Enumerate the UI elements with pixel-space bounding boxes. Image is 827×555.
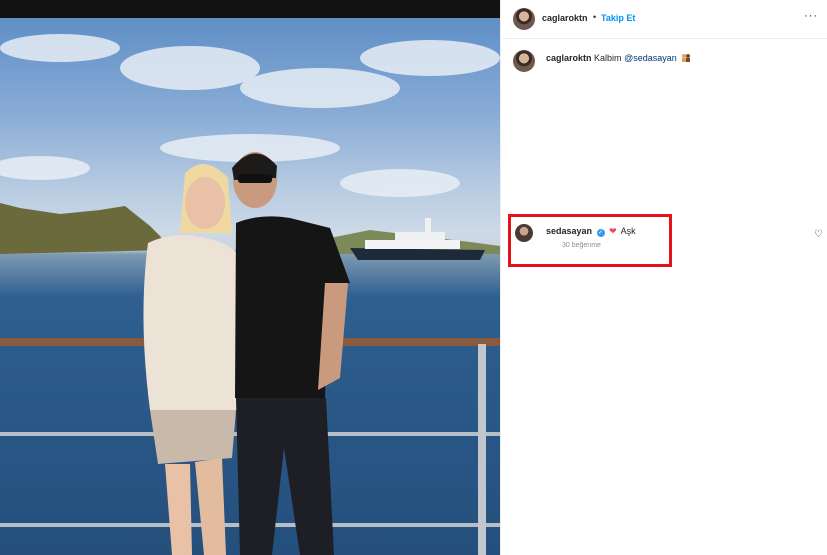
separator-dot: •: [593, 12, 597, 22]
hills-left: [0, 203, 170, 254]
caption-mention[interactable]: @sedasayan: [624, 53, 677, 63]
caption-username[interactable]: caglaroktn: [546, 53, 592, 63]
top-dark-bar: [0, 0, 500, 18]
more-options-icon[interactable]: ···: [804, 10, 818, 22]
heart-emoji-icon: ❤: [609, 226, 617, 236]
author-avatar[interactable]: [513, 8, 535, 30]
couple-emoji-icon: [682, 54, 691, 62]
woman: [143, 164, 240, 555]
author-username[interactable]: caglaroktn: [542, 13, 588, 23]
post-photo[interactable]: [0, 18, 500, 555]
comment-highlight-box: [508, 214, 672, 267]
caption-line: caglaroktn Kalbim @sedasayan: [546, 53, 691, 63]
comment-likes-count[interactable]: 30 beğenme: [562, 242, 601, 249]
post-photo-illustration: [0, 34, 500, 555]
post-header: caglaroktn • Takip Et ···: [501, 0, 827, 39]
caption-avatar[interactable]: [513, 50, 535, 72]
post-side-panel: caglaroktn • Takip Et ··· caglaroktn Kal…: [500, 0, 827, 555]
comment-text: Aşk: [620, 226, 636, 236]
caption-text: Kalbim: [594, 53, 622, 63]
man: [232, 152, 350, 555]
commenter-username[interactable]: sedasayan: [546, 226, 592, 236]
follow-button[interactable]: Takip Et: [601, 13, 635, 23]
commenter-avatar[interactable]: [515, 224, 533, 242]
verified-badge-icon: ✓: [596, 229, 605, 237]
comment-line: sedasayan ✓ ❤ Aşk: [546, 226, 636, 237]
like-heart-icon[interactable]: ♡: [814, 229, 823, 240]
